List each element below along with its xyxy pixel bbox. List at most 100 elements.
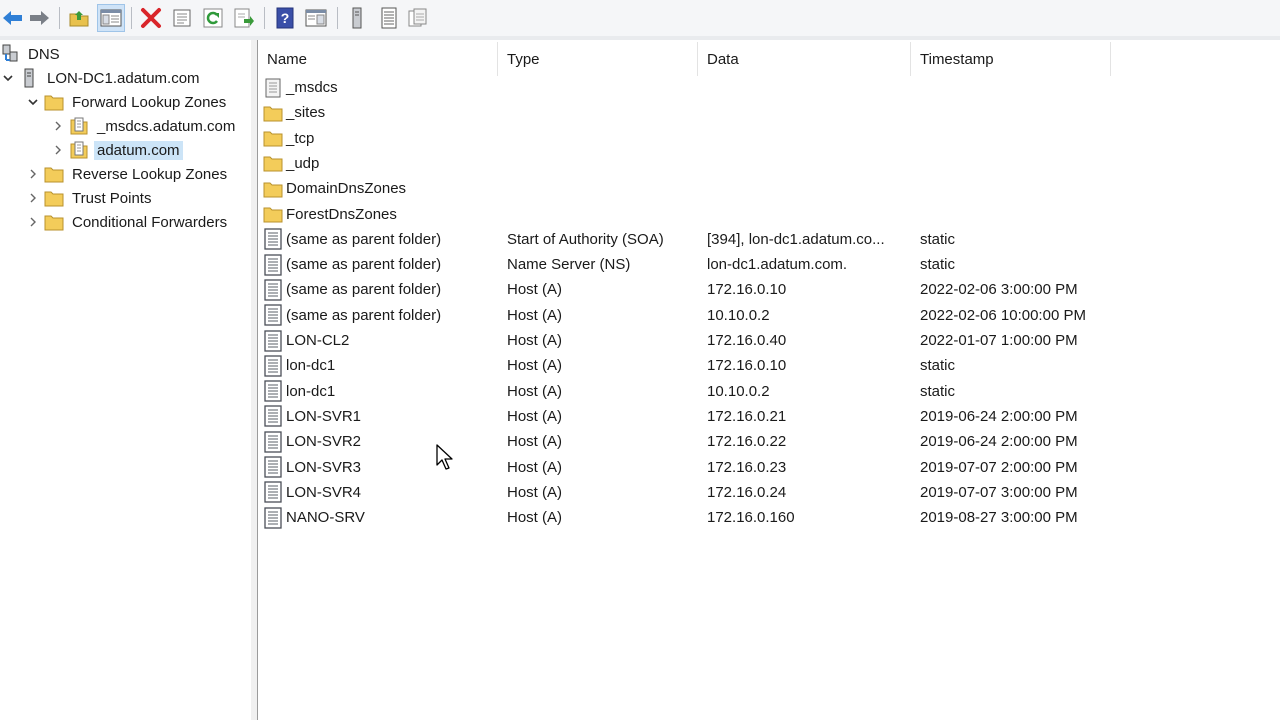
forward-arrow-icon[interactable]: [26, 5, 52, 31]
table-row[interactable]: lon-dc1 Host (A) 172.16.0.10 static: [258, 353, 1280, 378]
zone-icon: [263, 78, 283, 98]
cell-type: Host (A): [507, 382, 563, 400]
cell-timestamp: 2019-06-24 2:00:00 PM: [920, 433, 1078, 451]
table-row[interactable]: (same as parent folder) Host (A) 172.16.0.…: [258, 277, 1280, 302]
cell-data: 172.16.0.21: [707, 407, 787, 425]
cell-data: [394], lon-dc1.adatum.co...: [707, 230, 885, 248]
chevron-right-icon[interactable]: [25, 190, 41, 206]
chevron-right-icon[interactable]: [25, 166, 41, 182]
table-row[interactable]: _msdcs: [258, 75, 1280, 100]
show-hide-console-tree-icon[interactable]: [97, 4, 125, 32]
show-action-pane-icon[interactable]: [303, 5, 329, 31]
up-folder-icon[interactable]: [66, 5, 92, 31]
table-row[interactable]: LON-SVR3 Host (A) 172.16.0.23 2019-07-07 2:…: [258, 455, 1280, 480]
chevron-right-icon[interactable]: [25, 214, 41, 230]
tree-item-zone-adatum[interactable]: adatum.com: [50, 139, 183, 161]
record-icon: [263, 279, 283, 301]
record-icon: [263, 355, 283, 377]
server-icon[interactable]: [344, 5, 370, 31]
cell-name: NANO-SRV: [263, 505, 365, 530]
cell-name: lon-dc1: [263, 353, 335, 378]
delete-icon[interactable]: [138, 5, 164, 31]
table-row[interactable]: LON-CL2 Host (A) 172.16.0.40 2022-01-07 1:0…: [258, 328, 1280, 353]
tree-item-server[interactable]: LON-DC1.adatum.com: [0, 67, 203, 89]
cell-name-text: lon-dc1: [286, 382, 336, 400]
tree-item-zone-msdcs[interactable]: _msdcs.adatum.com: [50, 115, 238, 137]
table-row[interactable]: lon-dc1 Host (A) 10.10.0.2 static: [258, 379, 1280, 404]
tree-item-dns[interactable]: DNS: [0, 43, 63, 65]
cell-timestamp: 2022-02-06 3:00:00 PM: [920, 281, 1078, 299]
folder-icon: [263, 179, 283, 199]
tree-label-zone-msdcs: _msdcs.adatum.com: [97, 117, 236, 135]
toolbar: ?: [0, 0, 1280, 37]
back-arrow-icon[interactable]: [0, 5, 26, 31]
chevron-down-icon[interactable]: [0, 70, 16, 86]
cell-timestamp: static: [920, 256, 956, 274]
cell-type: Start of Authority (SOA): [507, 230, 664, 248]
table-row[interactable]: NANO-SRV Host (A) 172.16.0.160 2019-08-27 3…: [258, 505, 1280, 530]
record-list-icon[interactable]: [376, 5, 402, 31]
tree-label-server: LON-DC1.adatum.com: [47, 69, 200, 87]
tree-label-dns: DNS: [28, 45, 60, 63]
cell-name: LON-SVR4: [263, 480, 361, 505]
table-row[interactable]: DomainDnsZones: [258, 176, 1280, 201]
cell-type: Host (A): [507, 357, 563, 375]
cell-type: Host (A): [507, 306, 563, 324]
properties-icon[interactable]: [169, 5, 195, 31]
record-icon: [263, 506, 283, 529]
tree-label-zone-adatum: adatum.com: [94, 140, 183, 160]
cell-name: _udp: [263, 151, 319, 176]
record-icon: [263, 228, 283, 250]
table-row[interactable]: _sites: [258, 100, 1280, 125]
record-list: Name Type Data Timestamp _msdcs _sites _tc…: [258, 40, 1280, 720]
column-header-name[interactable]: Name: [258, 42, 498, 76]
cell-data: lon-dc1.adatum.com.: [707, 256, 848, 274]
table-row[interactable]: (same as parent folder) Name Server (NS) l…: [258, 252, 1280, 277]
cell-name-text: (same as parent folder): [286, 256, 442, 274]
cell-data: 172.16.0.40: [707, 332, 787, 349]
cell-name-text: (same as parent folder): [286, 230, 442, 248]
cell-name-text: LON-SVR3: [286, 458, 362, 476]
cell-name-text: _sites: [286, 104, 326, 122]
pane-splitter[interactable]: [251, 40, 258, 720]
table-row[interactable]: ForestDnsZones: [258, 202, 1280, 227]
cell-data: 172.16.0.24: [707, 483, 787, 501]
cell-name: LON-SVR1: [263, 404, 361, 429]
record-icon: [263, 405, 283, 428]
cell-timestamp: 2019-07-07 2:00:00 PM: [920, 458, 1078, 476]
table-row[interactable]: LON-SVR2 Host (A) 172.16.0.22 2019-06-24 2:…: [258, 429, 1280, 454]
cell-data: 172.16.0.22: [707, 433, 787, 451]
column-header-data[interactable]: Data: [698, 42, 911, 76]
tree-item-forward-lookup-zones[interactable]: Forward Lookup Zones: [25, 91, 229, 113]
copy-icon[interactable]: [405, 5, 431, 31]
table-row[interactable]: _tcp: [258, 126, 1280, 151]
table-row[interactable]: _udp: [258, 151, 1280, 176]
cell-name: DomainDnsZones: [263, 176, 406, 201]
help-icon[interactable]: ?: [272, 5, 298, 31]
tree-item-conditional-forwarders[interactable]: Conditional Forwarders: [25, 211, 230, 233]
table-row[interactable]: LON-SVR4 Host (A) 172.16.0.24 2019-07-07 3:…: [258, 480, 1280, 505]
record-icon: [263, 431, 283, 453]
table-row[interactable]: LON-SVR1 Host (A) 172.16.0.21 2019-06-24 2:…: [258, 404, 1280, 429]
export-list-icon[interactable]: [231, 5, 257, 31]
cell-timestamp: 2022-01-07 1:00:00 PM: [920, 332, 1078, 349]
cell-name: _msdcs: [263, 75, 338, 100]
column-header-timestamp[interactable]: Timestamp: [911, 42, 1111, 76]
chevron-right-icon[interactable]: [50, 118, 66, 134]
refresh-icon[interactable]: [200, 5, 226, 31]
cell-name: LON-SVR3: [263, 455, 361, 480]
chevron-down-icon[interactable]: [25, 94, 41, 110]
chevron-right-icon[interactable]: [50, 142, 66, 158]
tree-item-trust-points[interactable]: Trust Points: [25, 187, 154, 209]
cell-name-text: LON-SVR4: [286, 483, 362, 501]
cell-type: Host (A): [507, 458, 563, 476]
cell-data: 172.16.0.10: [707, 357, 787, 375]
column-header-type[interactable]: Type: [498, 42, 698, 76]
cell-name-text: LON-CL2: [286, 332, 350, 349]
record-icon: [263, 481, 283, 503]
console-tree: DNS LON-DC1.adatum.com Forward Lookup Zo…: [0, 40, 252, 720]
cell-type: Host (A): [507, 407, 563, 425]
table-row[interactable]: (same as parent folder) Host (A) 10.10.0.2…: [258, 303, 1280, 328]
tree-item-reverse-lookup-zones[interactable]: Reverse Lookup Zones: [25, 163, 230, 185]
table-row[interactable]: (same as parent folder) Start of Authorit…: [258, 227, 1280, 252]
